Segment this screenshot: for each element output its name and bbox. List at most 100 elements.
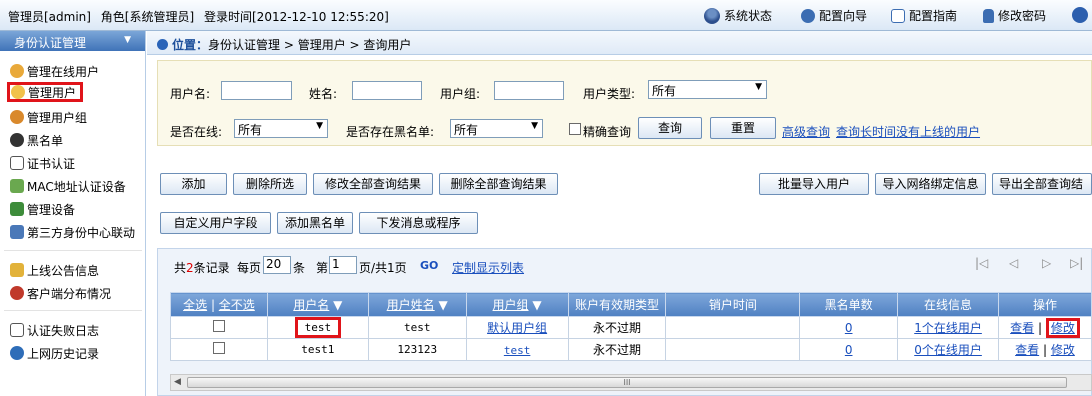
row-checkbox[interactable] [212,342,225,354]
blacklist-select[interactable]: 所有 ▼ [450,119,543,138]
page-pre-label: 第 [316,261,329,275]
sidebar-item-blacklist[interactable]: 黑名单 [10,130,63,150]
group-link[interactable]: 默认用户组 [487,321,547,335]
sidebar-item-history[interactable]: 上网历史记录 [10,343,99,363]
sidebar-item-certificate[interactable]: 证书认证 [10,153,75,173]
close-time-cell [665,316,801,339]
column-header[interactable]: 用户名 ▼ [266,292,369,317]
breadcrumb-position: 位置： [172,38,209,52]
total-post: 条记录 [193,261,230,275]
delete-selected-button[interactable]: 删除所选 [233,173,307,195]
username-value: test [294,317,342,338]
sidebar-item-devices[interactable]: 管理设备 [10,199,75,219]
advanced-query-link[interactable]: 高级查询 [782,123,830,140]
total-pre: 共 [174,261,187,275]
sidebar-item-manage-users[interactable]: 管理用户 [7,82,84,102]
logout-link[interactable] [1072,7,1088,23]
config-guide-label: 配置指南 [909,9,958,23]
column-header[interactable]: 用户姓名 ▼ [367,292,467,317]
column-header[interactable]: 用户组 ▼ [465,292,569,317]
prev-page-icon[interactable]: ◁ [1009,256,1018,270]
long-offline-query-link[interactable]: 查询长时间没有上线的用户 [836,123,980,140]
select-header: 全选 | 全不选 [170,292,268,317]
group-cell: 默认用户组 [465,316,569,339]
online-user-icon [10,64,24,78]
delete-all-button[interactable]: 删除全部查询结果 [439,173,558,195]
operations-cell: 查看 | 修改 [998,316,1092,339]
reset-button[interactable]: 重置 [710,117,776,139]
select-none-link[interactable]: 全不选 [219,298,255,312]
role-label: 角色[系统管理员] [100,10,195,24]
column-header: 销户时间 [665,292,801,317]
realname-input[interactable] [352,81,422,100]
column-header: 在线信息 [897,292,999,317]
view-link[interactable]: 查看 [1015,343,1039,357]
sidebar-item-user-groups[interactable]: 管理用户组 [10,107,87,127]
arrow-right-icon [157,39,168,50]
edit-link[interactable]: 修改 [1051,343,1075,357]
sidebar-item-announcement[interactable]: 上线公告信息 [10,260,99,280]
custom-columns-link[interactable]: 定制显示列表 [452,259,524,276]
sidebar-item-online-users[interactable]: 管理在线用户 [10,61,99,81]
query-button[interactable]: 查询 [638,117,702,139]
user-type-select[interactable]: 所有 ▼ [648,80,767,99]
sidebar-item-auth-fail-log[interactable]: 认证失败日志 [10,320,99,340]
online-info-link[interactable]: 1个在线用户 [914,321,982,335]
online-info-link[interactable]: 0个在线用户 [914,343,982,357]
gear-icon [801,8,815,23]
sidebar-label: 上线公告信息 [27,263,100,278]
scrollbar-thumb[interactable]: III [187,377,1067,388]
sidebar-label: 管理用户组 [27,110,88,125]
sidebar-header[interactable]: 身份认证管理 ▼ [0,31,145,51]
horizontal-scrollbar[interactable]: ◀ III [170,374,1092,391]
system-status-link[interactable]: 系统状态 [704,7,772,24]
sidebar-item-client-distribution[interactable]: 客户端分布情况 [10,283,111,303]
top-bar: 管理员[admin] 角色[系统管理员] 登录时间[2012-12-10 12:… [0,0,1092,31]
table-row: test test 默认用户组 永不过期 0 1个在线用户 查看 | 修改 [170,316,1092,339]
blacklist-icon [10,133,24,147]
config-guide-link[interactable]: 配置指南 [891,7,957,24]
go-button[interactable]: GO [420,259,438,272]
last-page-icon[interactable]: ▷| [1070,256,1083,270]
online-select[interactable]: 所有 ▼ [234,119,328,138]
config-wizard-link[interactable]: 配置向导 [801,7,867,24]
sidebar-item-mac-auth[interactable]: MAC地址认证设备 [10,176,126,196]
per-page-input[interactable]: 20 [263,256,291,274]
sort-down-icon: ▼ [438,298,448,312]
view-link[interactable]: 查看 [1010,321,1034,335]
sidebar-divider [4,310,142,311]
username-input[interactable] [221,81,292,100]
breadcrumb: 位置：身份认证管理 > 管理用户 > 查询用户 [147,31,1092,55]
row-checkbox[interactable] [212,320,225,332]
edit-link[interactable]: 修改 [1045,318,1080,338]
per-page-unit: 条 [293,261,306,275]
group-input[interactable] [494,81,564,100]
online-value: 所有 [238,123,263,137]
scroll-left-icon[interactable]: ◀ [174,377,181,387]
next-page-icon[interactable]: ▷ [1042,256,1051,270]
group-label: 用户组: [440,87,481,101]
sidebar-label: 证书认证 [27,156,76,171]
modify-all-button[interactable]: 修改全部查询结果 [313,173,433,195]
add-blacklist-button[interactable]: 添加黑名单 [277,212,353,234]
select-all-link[interactable]: 全选 [183,298,207,312]
login-time-label: 登录时间[2012-12-10 12:55:20] [204,10,389,24]
exact-query-checkbox[interactable] [569,123,581,135]
add-button[interactable]: 添加 [160,173,227,195]
scroll-grip: III [623,378,631,387]
group-link[interactable]: test [504,344,531,357]
export-all-button[interactable]: 导出全部查询结 [992,173,1092,195]
sort-down-icon: ▼ [333,298,343,312]
custom-fields-button[interactable]: 自定义用户字段 [160,212,271,234]
first-page-icon[interactable]: |◁ [975,256,988,270]
blacklist-count-link[interactable]: 0 [845,343,853,357]
send-message-button[interactable]: 下发消息或程序 [359,212,478,234]
users-icon [10,110,24,124]
change-password-link[interactable]: 修改密码 [983,7,1046,24]
table-row: test1 123123 test 永不过期 0 0个在线用户 查看 | 修改 [170,338,1092,361]
blacklist-count-link[interactable]: 0 [845,321,853,335]
page-input[interactable]: 1 [329,256,357,274]
import-binding-button[interactable]: 导入网络绑定信息 [875,173,986,195]
sidebar-item-third-party[interactable]: 第三方身份中心联动 [10,222,135,242]
batch-import-button[interactable]: 批量导入用户 [759,173,869,195]
